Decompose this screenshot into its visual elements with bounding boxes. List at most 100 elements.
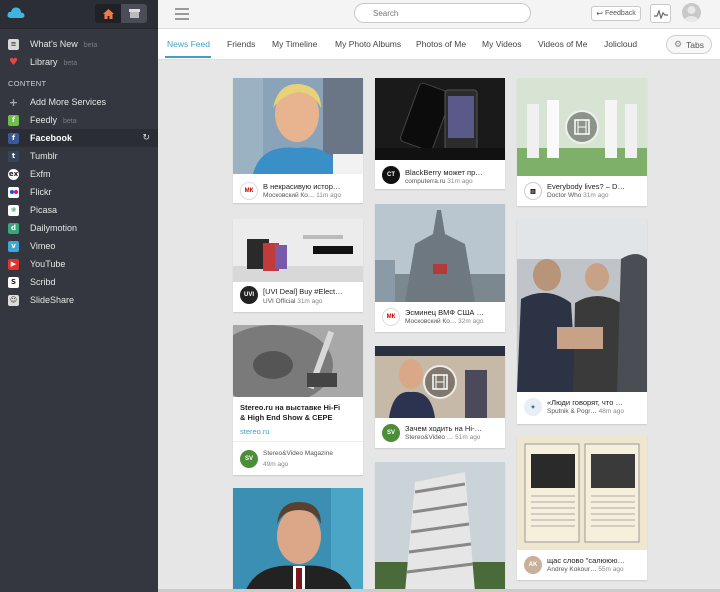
tab-news-feed[interactable]: News Feed bbox=[167, 39, 210, 49]
feed-card[interactable]: Stereo.ru на выставке Hi-Fi & High End S… bbox=[233, 325, 363, 475]
feed-card[interactable]: CT BlackBerry может пр… computerra.ru 31… bbox=[375, 78, 505, 189]
card-time: 32m ago bbox=[458, 318, 484, 325]
sidebar: ≡ What's New beta ♥ Library beta CONTENT +… bbox=[0, 0, 158, 592]
feed-card[interactable]: МК В некрасивую истор… Московский Ко… 11… bbox=[233, 78, 363, 203]
picasa-icon: ❀ bbox=[8, 204, 19, 216]
video-play-button[interactable] bbox=[423, 365, 457, 399]
slideshare-icon: ☺ bbox=[8, 294, 19, 306]
card-caption: BlackBerry может пр… bbox=[405, 168, 483, 177]
divider bbox=[233, 441, 363, 442]
library-box-button[interactable] bbox=[121, 4, 147, 23]
source-logo: ▥ bbox=[524, 182, 542, 200]
facebook-icon: f bbox=[8, 132, 19, 144]
sidebar-item-label: Add More Services bbox=[30, 97, 107, 107]
card-source: Stereo&Video … bbox=[405, 434, 454, 441]
card-source: UVI Official bbox=[263, 298, 296, 305]
refresh-icon[interactable]: ↻ bbox=[142, 133, 150, 143]
card-caption: [UVI Deal] Buy #Elect… bbox=[263, 287, 343, 296]
feed-card[interactable] bbox=[233, 488, 363, 592]
tabs-bar: News Feed Friends My Timeline My Photo A… bbox=[158, 29, 720, 60]
sidebar-item-picasa[interactable]: ❀ Picasa bbox=[0, 201, 158, 219]
feed-card[interactable]: SV Зачем ходить на Hi-… Stereo&Video … 5… bbox=[375, 346, 505, 448]
sidebar-item-feedly[interactable]: f Feedly beta bbox=[0, 111, 158, 129]
sidebar-item-slideshare[interactable]: ☺ SlideShare bbox=[0, 291, 158, 309]
tab-my-photo-albums[interactable]: My Photo Albums bbox=[335, 39, 401, 49]
beta-badge: beta bbox=[63, 60, 78, 67]
active-tab-indicator bbox=[165, 56, 211, 58]
sidebar-item-scribd[interactable]: S Scribd bbox=[0, 273, 158, 291]
sidebar-item-whats-new[interactable]: ≡ What's New beta bbox=[0, 35, 158, 53]
sidebar-item-youtube[interactable]: ▶ YouTube bbox=[0, 255, 158, 273]
card-time: 31m ago bbox=[297, 298, 323, 305]
source-logo: UVI bbox=[240, 286, 258, 304]
sidebar-item-label: SlideShare bbox=[30, 295, 75, 305]
card-time: 55m ago bbox=[598, 566, 624, 573]
card-source: Московский Ко… bbox=[263, 192, 315, 199]
card-image bbox=[233, 325, 363, 397]
source-logo: CT bbox=[382, 166, 400, 184]
card-image bbox=[375, 78, 505, 160]
source-logo: ✦ bbox=[524, 398, 542, 416]
sidebar-item-facebook[interactable]: f Facebook ↻ bbox=[0, 129, 158, 147]
sidebar-item-label: Flickr bbox=[30, 187, 52, 197]
sidebar-item-tumblr[interactable]: t Tumblr bbox=[0, 147, 158, 165]
user-avatar[interactable] bbox=[682, 3, 701, 22]
feed-card[interactable]: МК Эсминец ВМФ США … Московский Ко… 32m … bbox=[375, 204, 505, 332]
feed-card[interactable]: ✦ «Люди говорят, что … Sputnik & Pogr… 4… bbox=[517, 219, 647, 424]
source-logo: МК bbox=[240, 182, 258, 200]
home-button[interactable] bbox=[95, 4, 121, 23]
video-play-button[interactable] bbox=[565, 110, 599, 144]
heart-icon: ♥ bbox=[9, 56, 18, 68]
tab-friends[interactable]: Friends bbox=[227, 39, 255, 49]
tab-photos-of-me[interactable]: Photos of Me bbox=[416, 39, 466, 49]
card-time: 31m ago bbox=[583, 192, 609, 199]
tabs-button[interactable]: ⚙ Tabs bbox=[666, 35, 712, 54]
card-image bbox=[233, 488, 363, 592]
tabs-button-label: Tabs bbox=[686, 39, 705, 50]
card-time: 11m ago bbox=[316, 192, 341, 199]
card-caption: Everybody lives? – D… bbox=[547, 182, 625, 191]
youtube-icon: ▶ bbox=[8, 258, 19, 270]
card-caption: Эсминец ВМФ США … bbox=[405, 308, 485, 317]
tab-my-videos[interactable]: My Videos bbox=[482, 39, 522, 49]
tab-videos-of-me[interactable]: Videos of Me bbox=[538, 39, 587, 49]
search-input[interactable] bbox=[354, 3, 531, 23]
card-link[interactable]: stereo.ru bbox=[240, 427, 357, 437]
cloud-logo-icon[interactable] bbox=[7, 6, 25, 20]
tab-my-timeline[interactable]: My Timeline bbox=[272, 39, 317, 49]
sidebar-item-add-more-services[interactable]: + Add More Services bbox=[0, 93, 158, 111]
feed-card[interactable] bbox=[375, 462, 505, 592]
card-source: Московский Ко… bbox=[405, 318, 457, 325]
feed-card[interactable]: AK щас слово "салююю… Andrey Kokour… 55m… bbox=[517, 436, 647, 580]
source-avatar: AK bbox=[524, 556, 542, 574]
film-icon bbox=[432, 374, 448, 390]
sidebar-item-library[interactable]: ♥ Library beta bbox=[0, 53, 158, 71]
feedly-icon: f bbox=[8, 114, 19, 126]
card-source: Doctor Who bbox=[547, 192, 582, 199]
sidebar-item-exfm[interactable]: ex Exfm bbox=[0, 165, 158, 183]
feed-card[interactable]: UVI [UVI Deal] Buy #Elect… UVI Official … bbox=[233, 219, 363, 312]
box-icon bbox=[128, 9, 140, 18]
activity-button[interactable] bbox=[650, 4, 671, 23]
sidebar-item-label: Dailymotion bbox=[30, 223, 78, 233]
vimeo-icon: v bbox=[8, 240, 19, 252]
sidebar-item-vimeo[interactable]: v Vimeo bbox=[0, 237, 158, 255]
dailymotion-icon: d bbox=[8, 222, 19, 234]
sidebar-item-label: Feedly bbox=[30, 115, 58, 125]
sidebar-header bbox=[0, 0, 158, 29]
tab-jolicloud[interactable]: Jolicloud bbox=[604, 39, 637, 49]
exfm-icon: ex bbox=[8, 168, 19, 180]
sidebar-item-label: YouTube bbox=[30, 259, 66, 269]
home-icon bbox=[102, 8, 114, 19]
source-logo: МК bbox=[382, 308, 400, 326]
hamburger-menu-icon[interactable] bbox=[175, 8, 189, 20]
card-image bbox=[375, 204, 505, 302]
card-time: 48m ago bbox=[598, 408, 624, 415]
feed-card[interactable]: ▥ Everybody lives? – D… Doctor Who 31m a… bbox=[517, 78, 647, 206]
sidebar-item-label: Picasa bbox=[30, 205, 58, 215]
sidebar-item-dailymotion[interactable]: d Dailymotion bbox=[0, 219, 158, 237]
card-caption: «Люди говорят, что … bbox=[547, 398, 623, 407]
feedback-button[interactable]: ↩ Feedback bbox=[591, 6, 641, 21]
sidebar-item-flickr[interactable]: Flickr bbox=[0, 183, 158, 201]
source-avatar: SV bbox=[240, 450, 258, 468]
